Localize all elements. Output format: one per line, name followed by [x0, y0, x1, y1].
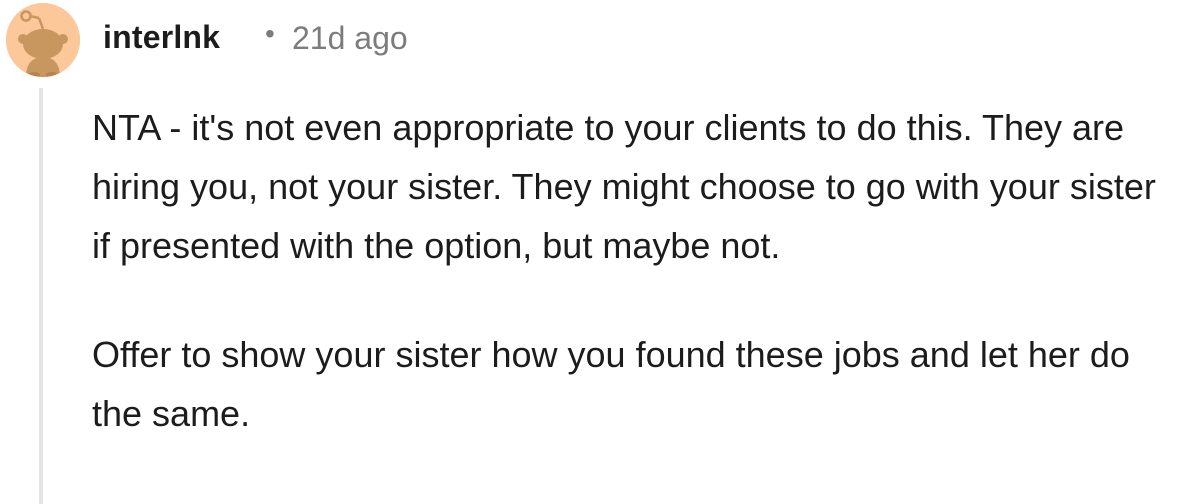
author-username[interactable]: interlnk: [103, 19, 220, 56]
avatar[interactable]: [6, 3, 80, 77]
comment-paragraph: Offer to show your sister how you found …: [92, 334, 1130, 434]
comment-paragraph: NTA - it's not even appropriate to your …: [92, 107, 1156, 266]
reddit-snoo-avatar-icon: [6, 3, 80, 77]
comment-body: NTA - it's not even appropriate to your …: [92, 98, 1180, 443]
thread-collapse-line[interactable]: [39, 88, 43, 504]
comment-timestamp[interactable]: 21d ago: [292, 20, 408, 57]
comment: interlnk • 21d ago NTA - it's not even a…: [0, 0, 1184, 504]
meta-separator: •: [265, 18, 275, 49]
comment-header: interlnk • 21d ago: [0, 0, 1184, 78]
